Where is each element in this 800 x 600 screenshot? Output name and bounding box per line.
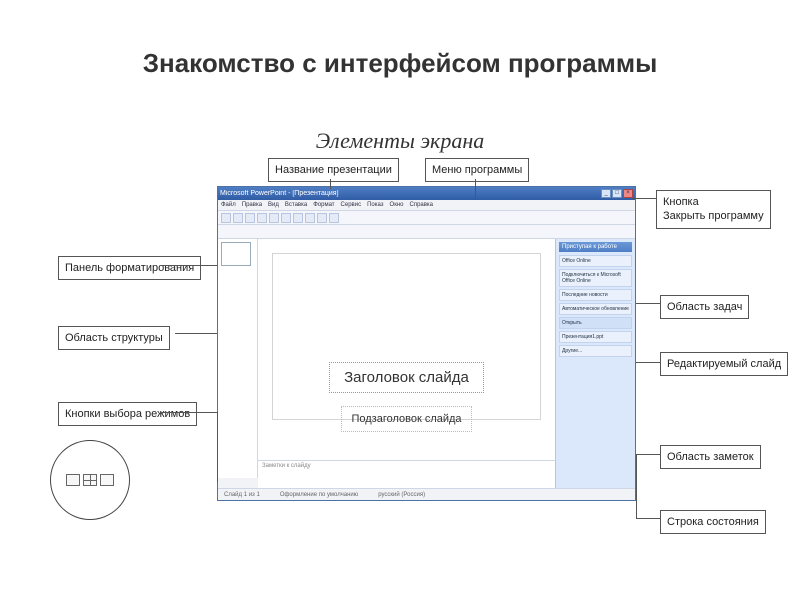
task-pane-link[interactable]: Автоматическое обновление — [559, 303, 632, 315]
status-lang: русский (Россия) — [378, 492, 425, 498]
tool-button[interactable] — [317, 213, 327, 223]
connector — [160, 265, 217, 266]
connector — [632, 198, 656, 199]
view-buttons-magnifier — [50, 440, 130, 520]
connector — [636, 362, 660, 363]
connector — [636, 500, 637, 518]
task-pane-brand: Office Online — [559, 255, 632, 267]
connector — [330, 179, 331, 189]
menu-item[interactable]: Справка — [409, 202, 433, 208]
close-button[interactable]: × — [623, 189, 633, 198]
app-window: Microsoft PowerPoint - [Презентация] _ □… — [217, 186, 636, 501]
status-bar: Слайд 1 из 1 Оформление по умолчанию рус… — [218, 488, 635, 500]
status-template: Оформление по умолчанию — [280, 492, 358, 498]
notes-pane[interactable]: Заметки к слайду — [258, 460, 555, 488]
formatting-toolbar — [218, 225, 635, 239]
task-pane-recent[interactable]: Презентация1.ppt — [559, 331, 632, 343]
normal-view-icon — [66, 474, 80, 486]
tool-button[interactable] — [245, 213, 255, 223]
titlebar-text: Microsoft PowerPoint - [Презентация] — [220, 190, 339, 197]
callout-task-pane: Область задач — [660, 295, 749, 319]
callout-presentation-title: Название презентации — [268, 158, 399, 182]
connector — [636, 454, 637, 500]
status-slide: Слайд 1 из 1 — [224, 492, 260, 498]
tool-button[interactable] — [293, 213, 303, 223]
tool-button[interactable] — [257, 213, 267, 223]
titlebar: Microsoft PowerPoint - [Презентация] _ □… — [218, 187, 635, 200]
connector — [175, 333, 217, 334]
callout-formatting-panel: Панель форматирования — [58, 256, 201, 280]
slide-subtitle-placeholder[interactable]: Подзаголовок слайда — [341, 406, 472, 432]
standard-toolbar — [218, 211, 635, 225]
minimize-button[interactable]: _ — [601, 189, 611, 198]
tool-button[interactable] — [269, 213, 279, 223]
menu-item[interactable]: Формат — [313, 202, 334, 208]
canvas: Заголовок слайда Подзаголовок слайда — [258, 239, 555, 460]
menu-item[interactable]: Правка — [242, 202, 262, 208]
callout-editable-slide: Редактируемый слайд — [660, 352, 788, 376]
callout-view-buttons: Кнопки выбора режимов — [58, 402, 197, 426]
connector — [636, 303, 660, 304]
connector — [636, 454, 660, 455]
callout-close-button: Кнопка Закрыть программу — [656, 190, 771, 229]
menu-item[interactable]: Вставка — [285, 202, 307, 208]
page-title: Знакомство с интерфейсом программы — [0, 48, 800, 79]
task-pane-open: Открыть — [559, 317, 632, 329]
callout-notes-area: Область заметок — [660, 445, 761, 469]
outline-pane[interactable] — [218, 239, 258, 488]
workspace: Заголовок слайда Подзаголовок слайда Зам… — [218, 239, 635, 488]
menu-item[interactable]: Файл — [221, 202, 236, 208]
tool-button[interactable] — [329, 213, 339, 223]
page-subtitle: Элементы экрана — [0, 128, 800, 154]
slide[interactable]: Заголовок слайда Подзаголовок слайда — [272, 253, 541, 420]
slideshow-view-icon — [100, 474, 114, 486]
task-pane-link[interactable]: Подключиться к Microsoft Office Online — [559, 269, 632, 287]
callout-status-bar: Строка состояния — [660, 510, 766, 534]
callout-outline-area: Область структуры — [58, 326, 170, 350]
task-pane[interactable]: Приступая к работе Office Online Подключ… — [555, 239, 635, 488]
task-pane-link[interactable]: Последние новости — [559, 289, 632, 301]
tool-button[interactable] — [233, 213, 243, 223]
tool-button[interactable] — [305, 213, 315, 223]
slide-title-placeholder[interactable]: Заголовок слайда — [329, 362, 484, 393]
slide-thumbnail[interactable] — [221, 242, 251, 266]
maximize-button[interactable]: □ — [612, 189, 622, 198]
tool-button[interactable] — [221, 213, 231, 223]
menu-item[interactable]: Сервис — [341, 202, 362, 208]
menu-item[interactable]: Показ — [367, 202, 383, 208]
task-pane-recent[interactable]: Другие... — [559, 345, 632, 357]
tool-button[interactable] — [281, 213, 291, 223]
task-pane-header: Приступая к работе — [559, 242, 632, 252]
connector — [475, 179, 476, 199]
connector — [636, 518, 660, 519]
menu-item[interactable]: Вид — [268, 202, 279, 208]
menu-item[interactable]: Окно — [390, 202, 404, 208]
view-mode-strip[interactable] — [218, 478, 258, 488]
window-buttons: _ □ × — [601, 189, 633, 198]
menu-bar: Файл Правка Вид Вставка Формат Сервис По… — [218, 200, 635, 211]
callout-program-menu: Меню программы — [425, 158, 529, 182]
connector — [160, 412, 217, 413]
connector — [217, 412, 218, 482]
sorter-view-icon — [83, 474, 97, 486]
slide-area: Заголовок слайда Подзаголовок слайда Зам… — [258, 239, 555, 488]
